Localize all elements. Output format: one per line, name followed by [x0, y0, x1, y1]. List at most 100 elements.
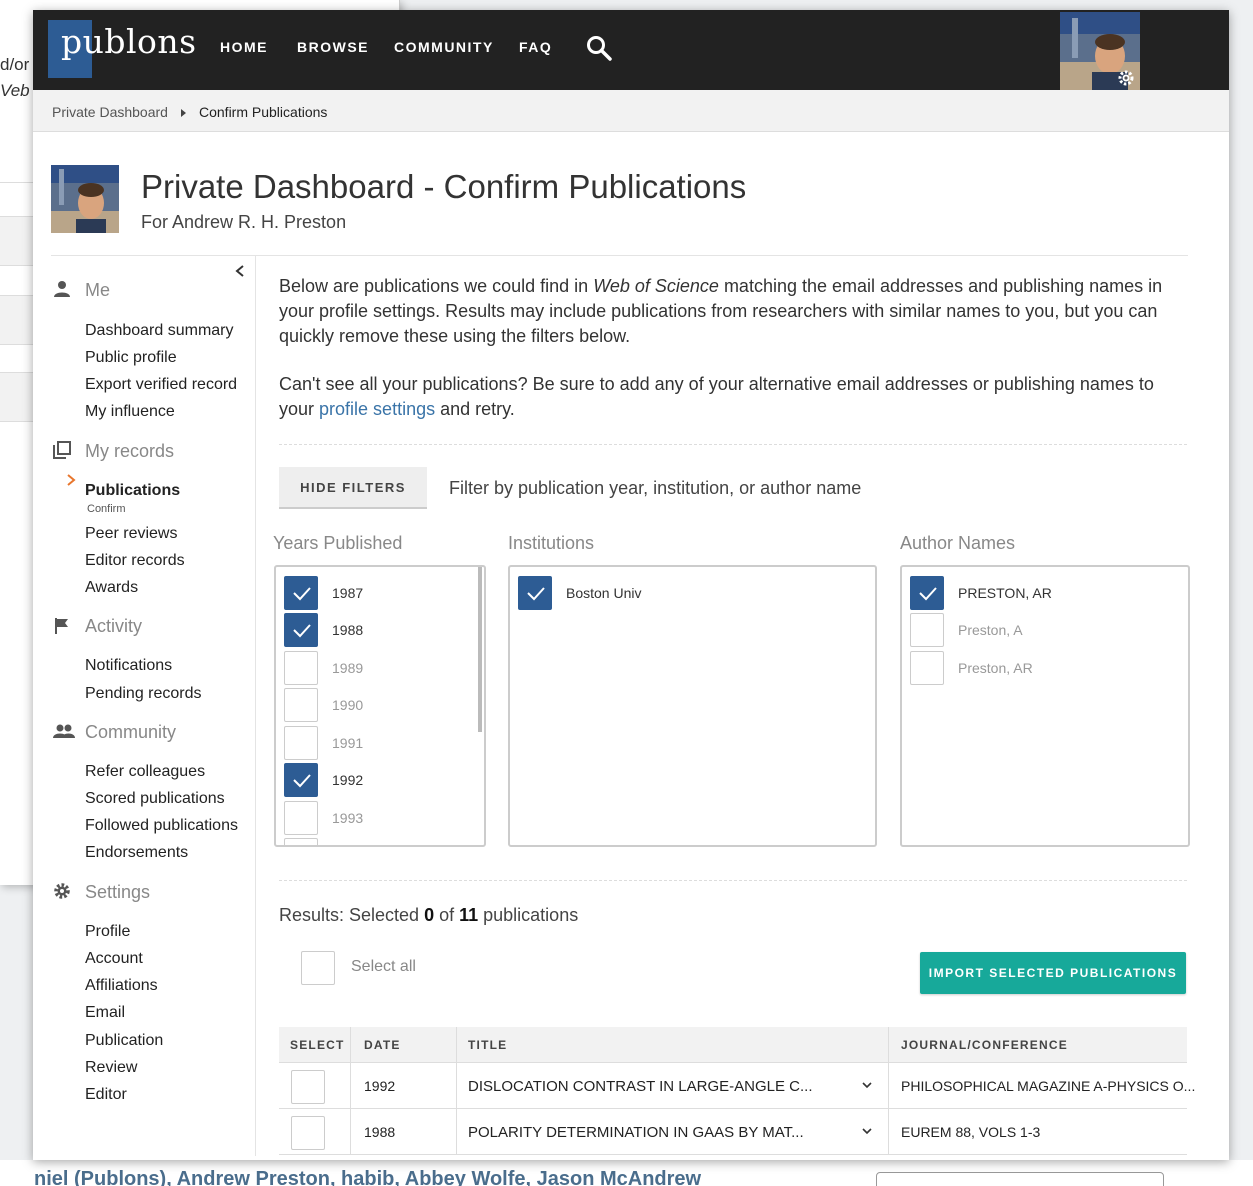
select-all-checkbox[interactable] — [301, 951, 335, 985]
top-navigation: publons HOME BROWSE COMMUNITY FAQ — [33, 10, 1229, 90]
sidebar-item-publication[interactable]: Publication — [85, 1032, 163, 1050]
profile-avatar — [51, 165, 119, 233]
chevron-down-icon[interactable] — [862, 1127, 872, 1135]
sidebar-item-public-profile[interactable]: Public profile — [85, 349, 177, 367]
table-row[interactable]: 1988 POLARITY DETERMINATION IN GAAS BY M… — [279, 1109, 1187, 1155]
breadcrumb: Private Dashboard Confirm Publications — [33, 90, 1229, 132]
logo[interactable]: publons — [61, 22, 197, 61]
sidebar-item-editor-records[interactable]: Editor records — [85, 552, 185, 570]
author-checkbox[interactable] — [910, 576, 944, 610]
row-journal: PHILOSOPHICAL MAGAZINE A-PHYSICS O... — [901, 1078, 1196, 1094]
sidebar-item-scored-publications[interactable]: Scored publications — [85, 790, 225, 808]
hide-filters-button[interactable]: HIDE FILTERS — [279, 467, 427, 509]
gear-icon[interactable] — [1116, 68, 1136, 88]
breadcrumb-current: Confirm Publications — [199, 104, 328, 120]
years-filter-list[interactable]: 1987 1988 1989 1990 1991 1992 1993 — [274, 565, 486, 847]
sidebar-section-me: Me — [85, 280, 111, 300]
nav-community[interactable]: COMMUNITY — [394, 39, 494, 55]
year-checkbox[interactable] — [284, 576, 318, 610]
sidebar-item-notifications[interactable]: Notifications — [85, 657, 172, 675]
author-checkbox[interactable] — [910, 613, 944, 647]
sidebar-item-affiliations[interactable]: Affiliations — [85, 977, 158, 995]
column-header-date: DATE — [364, 1038, 401, 1052]
chevron-down-icon[interactable] — [862, 1081, 872, 1089]
author-names-label: Author Names — [900, 533, 1016, 553]
web-of-science-emphasis: Web of Science — [593, 276, 719, 296]
chevron-right-icon — [67, 474, 76, 486]
page-subtitle: For Andrew R. H. Preston — [141, 212, 347, 232]
year-checkbox[interactable] — [284, 838, 318, 845]
profile-settings-link[interactable]: profile settings — [319, 399, 435, 419]
table-header: SELECT DATE TITLE JOURNAL/CONFERENCE — [279, 1027, 1187, 1063]
sidebar-section-community: Community — [85, 722, 177, 742]
row-select-checkbox[interactable] — [291, 1116, 325, 1150]
sidebar-item-review[interactable]: Review — [85, 1059, 137, 1077]
page-title: Private Dashboard - Confirm Publications — [141, 168, 747, 205]
sidebar-item-editor[interactable]: Editor — [85, 1086, 127, 1104]
people-icon — [53, 724, 75, 738]
nav-faq[interactable]: FAQ — [519, 39, 552, 55]
row-date: 1988 — [364, 1124, 396, 1140]
sidebar-item-endorsements[interactable]: Endorsements — [85, 844, 188, 862]
year-checkbox[interactable] — [284, 651, 318, 685]
search-icon[interactable] — [585, 34, 613, 62]
sidebar-item-publications[interactable]: Publications — [85, 482, 180, 500]
background-text: niel (Publons), Andrew Preston, habib, A… — [34, 1168, 702, 1186]
main-window: publons HOME BROWSE COMMUNITY FAQ Privat… — [33, 10, 1229, 1160]
sidebar-item-dashboard-summary[interactable]: Dashboard summary — [85, 322, 234, 340]
chevron-left-icon[interactable] — [234, 264, 246, 278]
import-selected-publications-button[interactable]: IMPORT SELECTED PUBLICATIONS — [920, 952, 1186, 994]
sidebar-item-email[interactable]: Email — [85, 1004, 125, 1022]
results-summary: Results: Selected 0 of 11 publications — [279, 905, 579, 925]
gear-icon — [54, 883, 70, 899]
breadcrumb-arrow-icon — [181, 109, 186, 117]
sidebar-item-profile[interactable]: Profile — [85, 923, 130, 941]
filter-hint: Filter by publication year, institution,… — [449, 478, 862, 498]
background-window-bottom: niel (Publons), Andrew Preston, habib, A… — [0, 1160, 1253, 1186]
column-header-journal: JOURNAL/CONFERENCE — [901, 1038, 1068, 1052]
sidebar-item-followed-publications[interactable]: Followed publications — [85, 817, 238, 835]
institution-checkbox[interactable] — [518, 576, 552, 610]
row-select-checkbox[interactable] — [291, 1070, 325, 1104]
help-paragraph: Can't see all your publications? Be sure… — [279, 374, 1154, 419]
year-checkbox[interactable] — [284, 688, 318, 722]
author-names-filter-list[interactable]: PRESTON, AR Preston, A Preston, AR — [900, 565, 1190, 847]
year-checkbox[interactable] — [284, 726, 318, 760]
nav-browse[interactable]: BROWSE — [297, 39, 369, 55]
background-input — [876, 1172, 1164, 1186]
selected-count: 0 — [424, 905, 435, 925]
sidebar-item-my-influence[interactable]: My influence — [85, 403, 175, 421]
divider — [279, 880, 1187, 881]
year-checkbox[interactable] — [284, 763, 318, 797]
sidebar-section-activity: Activity — [85, 616, 143, 636]
year-checkbox[interactable] — [284, 613, 318, 647]
nav-home[interactable]: HOME — [220, 39, 268, 55]
sidebar-item-awards[interactable]: Awards — [85, 579, 138, 597]
sidebar-section-my-records: My records — [85, 441, 175, 461]
flag-icon — [55, 618, 68, 634]
person-icon — [54, 281, 70, 297]
column-header-title: TITLE — [468, 1038, 508, 1052]
row-journal: EUREM 88, VOLS 1-3 — [901, 1124, 1041, 1140]
total-count: 11 — [459, 905, 479, 925]
background-text: d/or — [0, 55, 30, 74]
sidebar-subitem-confirm[interactable]: Confirm — [87, 503, 126, 515]
author-checkbox[interactable] — [910, 651, 944, 685]
year-checkbox[interactable] — [284, 801, 318, 835]
sidebar-item-account[interactable]: Account — [85, 950, 143, 968]
row-title: DISLOCATION CONTRAST IN LARGE-ANGLE C... — [468, 1078, 813, 1095]
divider — [279, 444, 1187, 445]
sidebar-item-export-verified-record[interactable]: Export verified record — [85, 376, 237, 394]
select-all-label[interactable]: Select all — [351, 958, 416, 976]
sidebar-item-peer-reviews[interactable]: Peer reviews — [85, 525, 177, 543]
records-icon — [53, 441, 71, 459]
intro-paragraph: Below are publications we could find in … — [279, 276, 1163, 346]
sidebar: Me Dashboard summary Public profile Expo… — [33, 256, 256, 1156]
sidebar-item-pending-records[interactable]: Pending records — [85, 685, 202, 703]
scrollbar[interactable] — [478, 567, 482, 732]
institutions-filter-list[interactable]: Boston Univ — [508, 565, 877, 847]
breadcrumb-dashboard[interactable]: Private Dashboard — [52, 104, 168, 120]
row-date: 1992 — [364, 1078, 396, 1094]
sidebar-item-refer-colleagues[interactable]: Refer colleagues — [85, 763, 205, 781]
table-row[interactable]: 1992 DISLOCATION CONTRAST IN LARGE-ANGLE… — [279, 1063, 1195, 1109]
